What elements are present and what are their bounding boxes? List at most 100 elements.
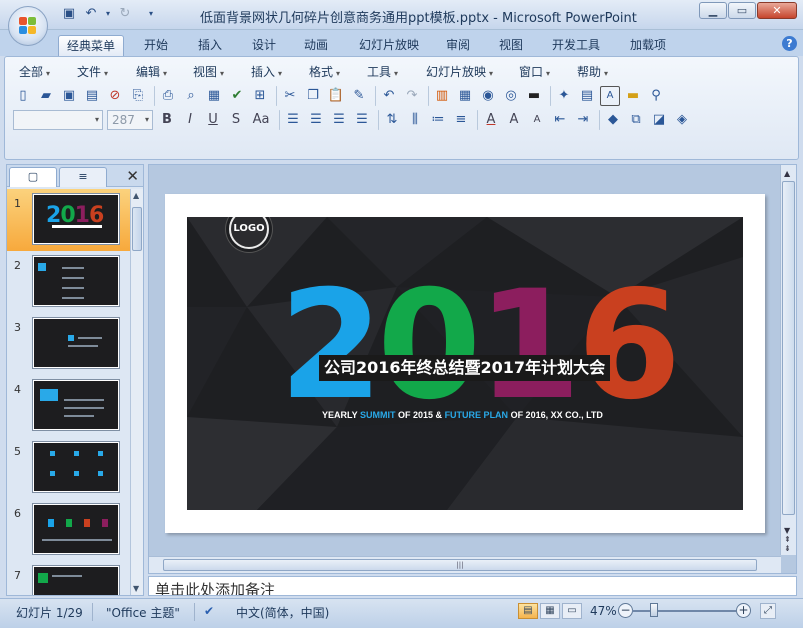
scroll-up-icon[interactable]: ▲: [784, 169, 790, 178]
zoom-in-icon[interactable]: +: [736, 603, 751, 618]
zoom-slider[interactable]: [632, 610, 736, 612]
slide-layout-icon[interactable]: ▤: [577, 86, 597, 106]
notes-pane[interactable]: 单击此处添加备注: [148, 576, 797, 596]
strikethrough-icon[interactable]: S: [226, 110, 246, 130]
open-icon[interactable]: ▰: [36, 86, 56, 106]
research-icon[interactable]: ⊞: [250, 86, 270, 106]
bold-icon[interactable]: B: [157, 110, 177, 130]
save-icon[interactable]: ▣: [60, 6, 78, 22]
align-right-icon[interactable]: ☰: [329, 110, 349, 130]
cut-icon[interactable]: ✂: [280, 86, 300, 106]
tab-home[interactable]: 开始: [136, 35, 176, 56]
thumbnails-scrollbar[interactable]: ▲ ▼: [130, 189, 143, 595]
slide-thumbnail-3[interactable]: 3: [7, 313, 131, 375]
hyperlink-icon[interactable]: ◎: [501, 86, 521, 106]
spell-check-icon[interactable]: ✔: [227, 86, 247, 106]
tab-design[interactable]: 设计: [244, 35, 284, 56]
align-left-icon[interactable]: ☰: [283, 110, 303, 130]
tab-review[interactable]: 审阅: [438, 35, 478, 56]
slide-thumbnail-1[interactable]: 1 2016: [7, 189, 131, 251]
save-as-icon[interactable]: ▤: [82, 86, 102, 106]
new-slide-icon[interactable]: ✦: [554, 86, 574, 106]
zoom-out-icon[interactable]: −: [618, 603, 633, 618]
italic-icon[interactable]: I: [180, 110, 200, 130]
print-icon[interactable]: ⎙: [158, 86, 178, 106]
menu-tools[interactable]: 工具 ▾: [367, 63, 398, 80]
menu-file[interactable]: 文件 ▾: [77, 63, 108, 80]
font-name-select[interactable]: ▾: [13, 110, 103, 130]
copy-icon[interactable]: ❐: [303, 86, 323, 106]
office-button[interactable]: [8, 6, 48, 46]
paste-icon[interactable]: 📋: [326, 86, 346, 106]
shrink-font-icon[interactable]: A: [527, 110, 547, 130]
tab-slides[interactable]: ▢: [9, 167, 57, 187]
undo-dropdown-icon[interactable]: ▾: [104, 6, 112, 22]
menu-all[interactable]: 全部 ▾: [19, 63, 50, 80]
text-direction-icon[interactable]: ⇅: [382, 110, 402, 130]
grow-font-icon[interactable]: A: [504, 110, 524, 130]
slide-thumbnail-4[interactable]: 4: [7, 375, 131, 437]
attach-icon[interactable]: ⎘: [128, 86, 148, 106]
tab-developer[interactable]: 开发工具: [544, 35, 608, 56]
normal-view-button[interactable]: ▤: [518, 603, 538, 619]
slide-thumbnail-5[interactable]: 5: [7, 437, 131, 499]
quick-styles-icon[interactable]: ◪: [649, 110, 669, 130]
align-center-icon[interactable]: ☰: [306, 110, 326, 130]
slide-sorter-button[interactable]: ▦: [540, 603, 560, 619]
minimize-button[interactable]: ▁: [699, 2, 727, 19]
justify-icon[interactable]: ☰: [352, 110, 372, 130]
zoom-icon[interactable]: ⚲: [646, 86, 666, 106]
scroll-down-icons[interactable]: ▼ ⇞ ⇟: [784, 526, 791, 553]
tab-insert[interactable]: 插入: [190, 35, 230, 56]
arrange-icon[interactable]: ⧉: [626, 110, 646, 130]
menu-edit[interactable]: 编辑 ▾: [136, 63, 167, 80]
customize-qat-icon[interactable]: ▾: [146, 6, 156, 22]
undo-icon[interactable]: ↶: [379, 86, 399, 106]
editor-horizontal-scrollbar[interactable]: |||: [149, 556, 781, 573]
scroll-down-icon[interactable]: ▼: [133, 584, 139, 593]
font-size-select[interactable]: 287 ▾: [107, 110, 153, 130]
menu-view[interactable]: 视图 ▾: [193, 63, 224, 80]
slideshow-view-button[interactable]: ▭: [562, 603, 582, 619]
menu-slideshow[interactable]: 幻灯片放映 ▾: [426, 63, 493, 80]
save-icon[interactable]: ▣: [59, 86, 79, 106]
folder-icon[interactable]: ▬: [623, 86, 643, 106]
tab-view[interactable]: 视图: [491, 35, 531, 56]
menu-help[interactable]: 帮助 ▾: [577, 63, 608, 80]
scroll-thumb[interactable]: |||: [163, 559, 757, 571]
scroll-thumb[interactable]: [782, 181, 795, 515]
redo-icon[interactable]: ↻: [116, 6, 134, 22]
zoom-slider-thumb[interactable]: [650, 603, 658, 617]
tab-addins[interactable]: 加载项: [622, 35, 674, 56]
slide-thumbnail-7[interactable]: 7: [7, 561, 131, 595]
slide-thumbnail-6[interactable]: 6: [7, 499, 131, 561]
tab-slideshow[interactable]: 幻灯片放映: [350, 35, 428, 56]
zoom-level[interactable]: 47%: [590, 604, 617, 618]
color-grayscale-icon[interactable]: ▬: [524, 86, 544, 106]
bullets-icon[interactable]: ≡: [451, 110, 471, 130]
language-indicator[interactable]: 中文(简体，中国): [236, 604, 329, 621]
slide-thumbnail-2[interactable]: 2: [7, 251, 131, 313]
slide-frame[interactable]: LOGO 2 0 1 6 公司2016年终总结暨2017年计划大会 YEARLY…: [165, 194, 765, 533]
maximize-button[interactable]: ▭: [728, 2, 756, 19]
menu-window[interactable]: 窗口 ▾: [519, 63, 550, 80]
table-icon[interactable]: ▦: [455, 86, 475, 106]
shape-fill-icon[interactable]: ◈: [672, 110, 692, 130]
format-painter-icon[interactable]: ✎: [349, 86, 369, 106]
decrease-indent-icon[interactable]: ⇤: [550, 110, 570, 130]
tab-animation[interactable]: 动画: [296, 35, 336, 56]
shapes-icon[interactable]: ◆: [603, 110, 623, 130]
font-color-icon[interactable]: A: [481, 110, 501, 130]
scroll-thumb[interactable]: [132, 207, 142, 251]
close-button[interactable]: ✕: [757, 2, 797, 19]
scroll-up-icon[interactable]: ▲: [133, 191, 139, 200]
textbox-icon[interactable]: A: [600, 86, 620, 106]
print-preview-icon[interactable]: ⌕: [181, 86, 201, 106]
help-icon[interactable]: ?: [782, 36, 797, 51]
tab-classic-menu[interactable]: 经典菜单: [58, 35, 124, 56]
increase-indent-icon[interactable]: ⇥: [573, 110, 593, 130]
fit-to-window-icon[interactable]: ⤢: [760, 603, 776, 619]
smartart-icon[interactable]: ◉: [478, 86, 498, 106]
underline-icon[interactable]: U: [203, 110, 223, 130]
columns-icon[interactable]: ⫼: [405, 110, 425, 130]
